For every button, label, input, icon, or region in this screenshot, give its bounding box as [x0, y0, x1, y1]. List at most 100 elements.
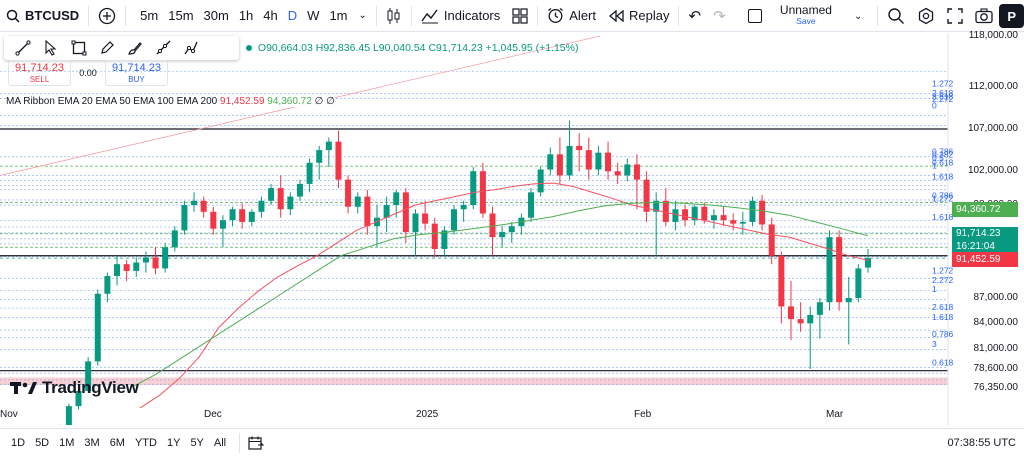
chart-canvas[interactable]: 1.2722.6183.6182.27200.7860.3820.50.6181… — [0, 33, 1024, 425]
ribbon-ema50-value: 94,360.72 — [267, 96, 312, 107]
candle-body — [200, 200, 207, 212]
ribbon-ema20-value: 91,452.59 — [220, 96, 265, 107]
alert-label: Alert — [569, 8, 596, 23]
publish-button[interactable]: P — [999, 4, 1024, 28]
range-1Y[interactable]: 1Y — [162, 437, 185, 449]
fullscreen-button[interactable] — [941, 0, 969, 32]
cursor-icon[interactable] — [40, 39, 62, 57]
ray-icon[interactable] — [152, 39, 174, 57]
calendar-range-icon[interactable] — [248, 436, 265, 451]
chevron-down-icon[interactable]: ⌄ — [854, 11, 862, 22]
candle-body — [499, 232, 506, 238]
range-1M[interactable]: 1M — [54, 437, 79, 449]
interval-5m[interactable]: 5m — [135, 8, 163, 23]
replay-button[interactable]: Replay — [602, 0, 675, 32]
replay-label: Replay — [629, 8, 670, 23]
undo-button[interactable]: ↶ — [682, 0, 707, 32]
chart-type-button[interactable] — [380, 0, 408, 32]
candle-body — [229, 209, 236, 221]
trendline-icon[interactable] — [12, 39, 34, 57]
candle-body — [537, 169, 544, 193]
candles-icon — [386, 7, 402, 25]
range-All[interactable]: All — [209, 437, 231, 449]
screenshot-button[interactable] — [969, 0, 999, 32]
alarm-clock-icon — [547, 7, 564, 24]
candle-body — [585, 150, 592, 170]
fib-label: 0.618 — [932, 358, 954, 368]
alert-button[interactable]: Alert — [541, 0, 602, 32]
path-icon[interactable] — [180, 39, 202, 57]
range-5D[interactable]: 5D — [30, 437, 54, 449]
utc-clock[interactable]: 07:38:55 UTC — [948, 437, 1016, 449]
candle-body — [614, 171, 621, 176]
redo-icon: ↷ — [713, 7, 726, 25]
pencil-icon[interactable] — [96, 39, 118, 57]
range-YTD[interactable]: YTD — [130, 437, 162, 449]
interval-W[interactable]: W — [302, 8, 324, 23]
candle-body — [662, 200, 669, 222]
layout-name-button[interactable]: Unnamed Save — [758, 0, 854, 32]
tradingview-logo[interactable]: TradingView — [10, 378, 139, 398]
ribbon-name: MA Ribbon EMA 20 EMA 50 EMA 100 EMA 200 — [6, 96, 218, 107]
indicators-label: Indicators — [443, 8, 501, 23]
candle-body — [268, 188, 275, 201]
candle-body — [479, 171, 486, 214]
interval-1m[interactable]: 1m — [324, 8, 352, 23]
candle-body — [114, 264, 121, 277]
range-1D[interactable]: 1D — [6, 437, 30, 449]
price-label: 84,000.00 — [973, 317, 1019, 329]
templates-button[interactable] — [506, 0, 534, 32]
layout-checkbox[interactable] — [747, 9, 762, 23]
ohlc-legend: O90,664.03 H92,836.45 L90,040.54 C91,714… — [246, 42, 578, 54]
sell-label: SELL — [29, 75, 50, 84]
interval-4h[interactable]: 4h — [258, 8, 282, 23]
candle-body — [470, 171, 477, 206]
quick-search-button[interactable] — [881, 0, 911, 32]
chevron-down-icon[interactable]: ⌄ — [359, 10, 367, 21]
rectangle-icon[interactable] — [68, 39, 90, 57]
sell-price: 91,714.23 — [15, 62, 64, 74]
range-3M[interactable]: 3M — [79, 437, 104, 449]
bottom-bar: 1D 5D 1M 3M 6M YTD 1Y 5Y All 07:38:55 UTC — [0, 428, 1024, 457]
ma-ribbon-legend[interactable]: MA Ribbon EMA 20 EMA 50 EMA 100 EMA 200 … — [6, 96, 335, 107]
candle-body — [643, 179, 650, 212]
candle-body — [566, 145, 573, 176]
candle-body — [104, 276, 111, 294]
buy-label: BUY — [128, 75, 145, 84]
range-5Y[interactable]: 5Y — [185, 437, 208, 449]
candle-body — [65, 406, 72, 425]
indicators-button[interactable]: Indicators — [415, 0, 506, 32]
interval-15m[interactable]: 15m — [163, 8, 198, 23]
interval-30m[interactable]: 30m — [199, 8, 234, 23]
price-label: 76,350.00 — [973, 382, 1019, 393]
brush-icon[interactable] — [124, 39, 146, 57]
fib-label: 3 — [932, 339, 937, 349]
range-6M[interactable]: 6M — [105, 437, 130, 449]
interval-D[interactable]: D — [283, 8, 302, 23]
compare-button[interactable] — [92, 0, 122, 32]
time-label: 2025 — [416, 409, 439, 420]
ema50-line — [129, 201, 869, 389]
candle-body — [451, 209, 457, 231]
symbol-search[interactable]: BTCUSD — [0, 0, 85, 32]
candle-body — [94, 293, 101, 362]
top-toolbar: BTCUSD 5m 15m 30m 1h 4h D W 1m ⌄ Indicators Ale… — [0, 0, 1024, 32]
redo-button[interactable]: ↷ — [707, 0, 732, 32]
interval-1h[interactable]: 1h — [234, 8, 258, 23]
candle-body — [431, 223, 438, 249]
sell-button[interactable]: 91,714.23 SELL — [8, 60, 71, 86]
buy-button[interactable]: 91,714.23 BUY — [105, 60, 168, 86]
candle-body — [354, 196, 361, 207]
candle-body — [768, 224, 775, 256]
live-dot-icon — [246, 45, 252, 51]
price-label: 78,600.00 — [973, 362, 1019, 374]
settings-button[interactable] — [911, 0, 941, 32]
symbol-name: BTCUSD — [25, 8, 80, 23]
search-sparkle-icon — [887, 7, 905, 25]
candle-body — [730, 220, 737, 224]
candle-body — [325, 141, 332, 151]
chart-area[interactable]: 1.272 2.618 3.618 2.272 0 0.786 0.382 0.5 0.618 1… — [0, 33, 1024, 425]
candle-body — [672, 209, 679, 222]
range-buttons: 1D 5D 1M 3M 6M YTD 1Y 5Y All — [0, 437, 231, 449]
time-label: Dec — [204, 409, 222, 420]
